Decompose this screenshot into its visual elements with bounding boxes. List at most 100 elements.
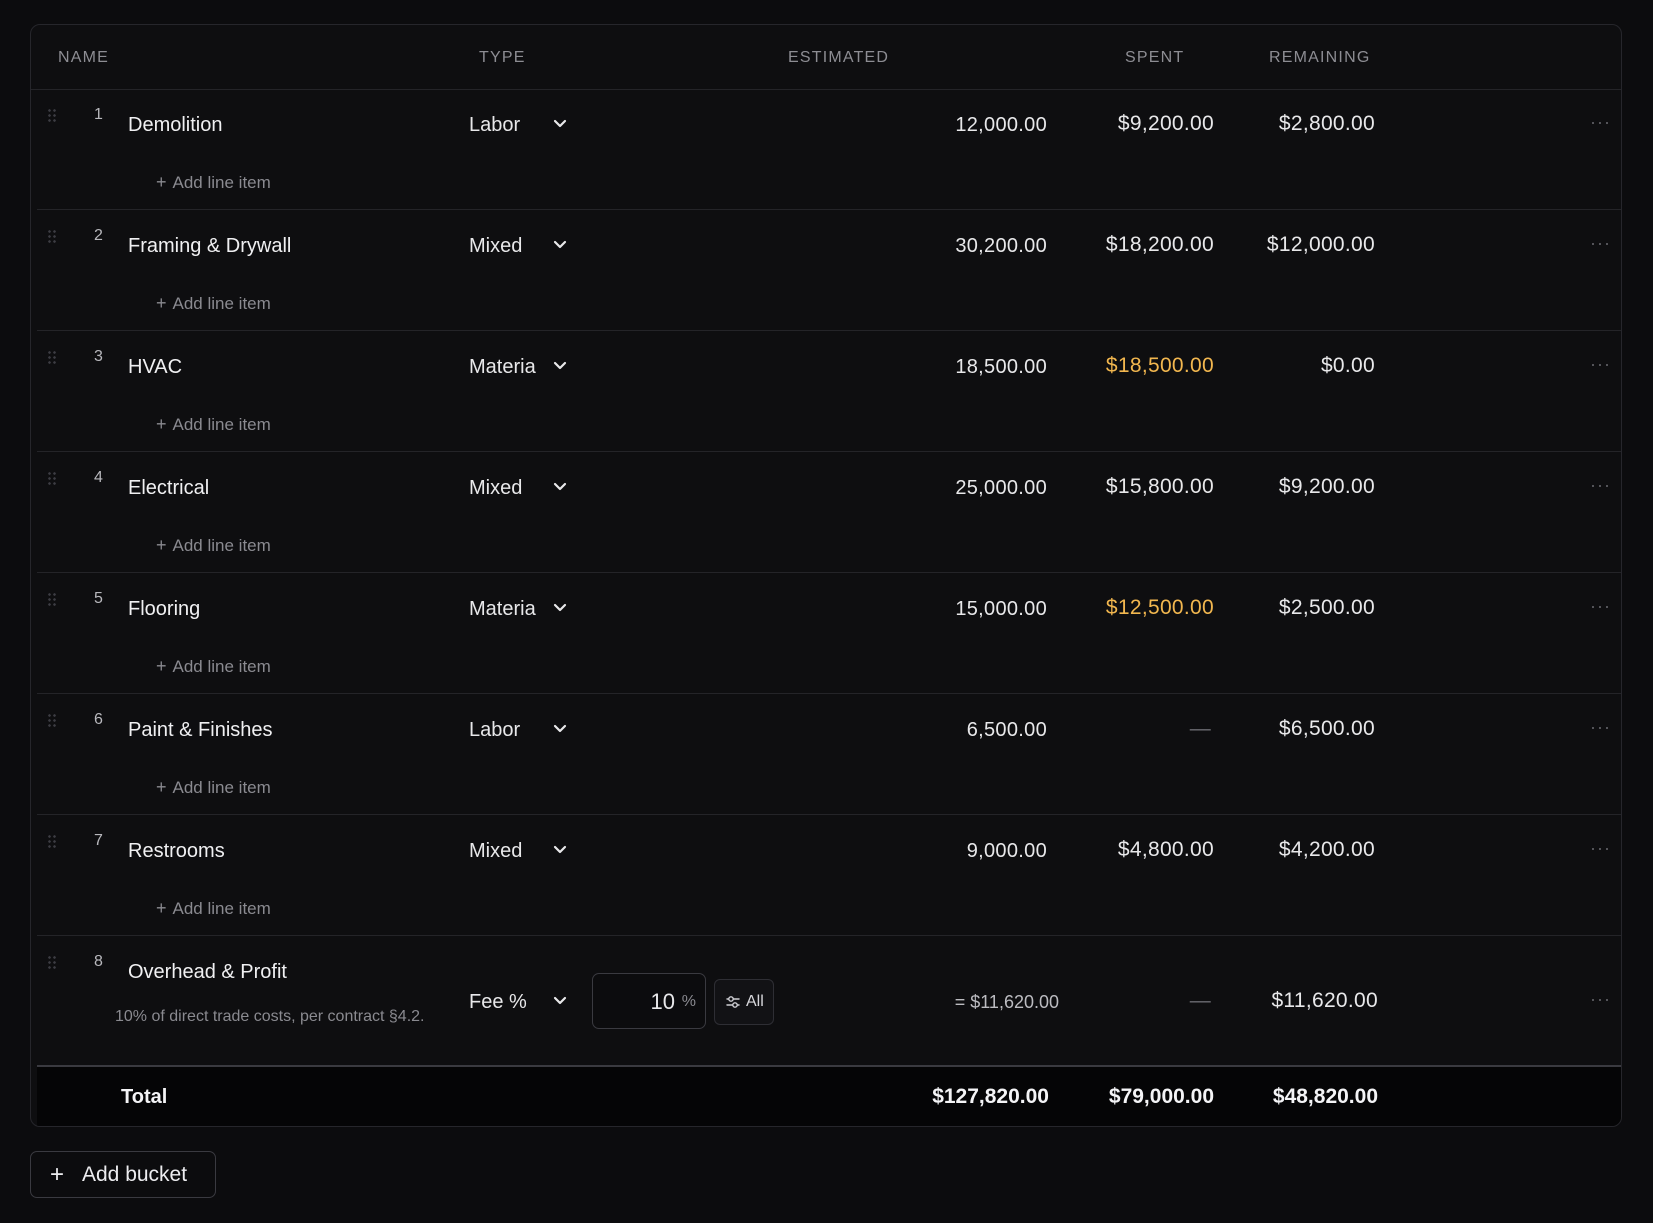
estimated-value[interactable]: 30,200.00 bbox=[955, 235, 1047, 258]
type-select-value: Labor bbox=[469, 114, 521, 136]
drag-handle-icon[interactable] bbox=[47, 471, 57, 485]
bucket-description: 10% of direct trade costs, per contract … bbox=[115, 1008, 425, 1025]
type-select[interactable]: Labor bbox=[462, 715, 572, 747]
add-line-item-button[interactable]: + Add line item bbox=[156, 414, 271, 435]
more-options-icon[interactable]: ··· bbox=[1590, 717, 1611, 738]
add-line-item-label: Add line item bbox=[172, 294, 271, 313]
type-select[interactable]: Mixed bbox=[462, 231, 572, 263]
estimated-value[interactable]: 15,000.00 bbox=[955, 598, 1047, 621]
bucket-number: 7 bbox=[94, 832, 103, 849]
total-estimated: $127,820.00 bbox=[932, 1085, 1049, 1108]
plus-icon: + bbox=[156, 656, 167, 676]
plus-icon: + bbox=[50, 1161, 65, 1188]
bucket-row: 1 Demolition Labor 12,000.00 $9,200.00 $… bbox=[37, 90, 1621, 210]
estimated-value[interactable]: 12,000.00 bbox=[955, 114, 1047, 137]
plus-icon: + bbox=[156, 414, 167, 434]
add-line-item-button[interactable]: + Add line item bbox=[156, 535, 271, 556]
more-options-icon[interactable]: ··· bbox=[1590, 354, 1611, 375]
chevron-down-icon bbox=[553, 235, 567, 255]
chevron-down-icon bbox=[553, 114, 567, 134]
chevron-down-icon bbox=[553, 598, 567, 618]
bucket-name[interactable]: Flooring bbox=[128, 598, 200, 621]
remaining-value: $4,200.00 bbox=[1278, 838, 1375, 861]
bucket-number: 3 bbox=[94, 348, 103, 365]
budget-table: NAME TYPE ESTIMATED SPENT REMAINING 1 De… bbox=[30, 24, 1622, 1127]
bucket-number: 4 bbox=[94, 469, 103, 486]
column-header-spent: SPENT bbox=[1125, 49, 1185, 66]
total-remaining: $48,820.00 bbox=[1272, 1085, 1378, 1108]
type-select[interactable]: Materia bbox=[462, 594, 572, 626]
more-options-icon[interactable]: ··· bbox=[1590, 838, 1611, 859]
more-options-icon[interactable]: ··· bbox=[1590, 233, 1611, 254]
type-select[interactable]: Mixed bbox=[462, 836, 572, 868]
type-select[interactable]: Fee % bbox=[462, 987, 572, 1019]
bucket-name[interactable]: Electrical bbox=[128, 477, 209, 500]
add-bucket-label: Add bucket bbox=[82, 1163, 188, 1186]
bucket-name[interactable]: Paint & Finishes bbox=[128, 719, 273, 742]
computed-fee-value: = $11,620.00 bbox=[954, 992, 1059, 1012]
column-header-name: NAME bbox=[58, 49, 110, 66]
drag-handle-icon[interactable] bbox=[47, 229, 57, 243]
type-select-value: Mixed bbox=[469, 235, 523, 257]
add-line-item-button[interactable]: + Add line item bbox=[156, 656, 271, 677]
bucket-name[interactable]: Overhead & Profit bbox=[128, 961, 287, 984]
spent-value-empty: — bbox=[1189, 717, 1211, 740]
spent-value-over-budget: $18,500.00 bbox=[1105, 354, 1214, 377]
bucket-name[interactable]: Restrooms bbox=[128, 840, 225, 863]
add-line-item-label: Add line item bbox=[172, 778, 271, 797]
estimated-value[interactable]: 9,000.00 bbox=[967, 840, 1047, 863]
more-options-icon[interactable]: ··· bbox=[1590, 475, 1611, 496]
spent-value: $18,200.00 bbox=[1105, 233, 1214, 256]
fee-percent-input[interactable]: 10 % bbox=[592, 973, 706, 1029]
fee-scope-button[interactable]: All bbox=[714, 979, 774, 1025]
sliders-icon bbox=[725, 994, 741, 1015]
bucket-name[interactable]: HVAC bbox=[128, 356, 182, 379]
type-select[interactable]: Mixed bbox=[462, 473, 572, 505]
spent-value: $9,200.00 bbox=[1117, 112, 1214, 135]
more-options-icon[interactable]: ··· bbox=[1590, 112, 1611, 133]
add-line-item-label: Add line item bbox=[172, 899, 271, 918]
spent-value-empty: — bbox=[1189, 989, 1211, 1012]
bucket-row: 3 HVAC Materia 18,500.00 $18,500.00 $0.0… bbox=[37, 332, 1621, 452]
remaining-value: $6,500.00 bbox=[1278, 717, 1375, 740]
estimated-value[interactable]: 6,500.00 bbox=[967, 719, 1047, 742]
remaining-value: $0.00 bbox=[1320, 354, 1375, 377]
drag-handle-icon[interactable] bbox=[47, 955, 57, 969]
more-options-icon[interactable]: ··· bbox=[1590, 989, 1611, 1010]
bucket-name[interactable]: Demolition bbox=[128, 114, 222, 137]
add-line-item-button[interactable]: + Add line item bbox=[156, 777, 271, 798]
spent-value: $15,800.00 bbox=[1105, 475, 1214, 498]
remaining-value: $2,800.00 bbox=[1278, 112, 1375, 135]
add-line-item-button[interactable]: + Add line item bbox=[156, 172, 271, 193]
remaining-value: $12,000.00 bbox=[1266, 233, 1375, 256]
add-line-item-label: Add line item bbox=[172, 173, 271, 192]
drag-handle-icon[interactable] bbox=[47, 713, 57, 727]
estimated-value[interactable]: 25,000.00 bbox=[955, 477, 1047, 500]
drag-handle-icon[interactable] bbox=[47, 350, 57, 364]
type-select-value: Mixed bbox=[469, 477, 523, 499]
add-line-item-label: Add line item bbox=[172, 536, 271, 555]
drag-handle-icon[interactable] bbox=[47, 592, 57, 606]
more-options-icon[interactable]: ··· bbox=[1590, 596, 1611, 617]
plus-icon: + bbox=[156, 172, 167, 192]
add-bucket-button[interactable]: + Add bucket bbox=[30, 1151, 216, 1198]
remaining-value: $9,200.00 bbox=[1278, 475, 1375, 498]
estimated-value[interactable]: 18,500.00 bbox=[955, 356, 1047, 379]
add-line-item-button[interactable]: + Add line item bbox=[156, 293, 271, 314]
bucket-number: 6 bbox=[94, 711, 103, 728]
fee-scope-label: All bbox=[746, 993, 764, 1010]
spent-value: $4,800.00 bbox=[1117, 838, 1214, 861]
bucket-name[interactable]: Framing & Drywall bbox=[128, 235, 291, 258]
fee-bucket-row: 8 Overhead & Profit 10% of direct trade … bbox=[37, 937, 1621, 1067]
add-line-item-button[interactable]: + Add line item bbox=[156, 898, 271, 919]
bucket-number: 5 bbox=[94, 590, 103, 607]
drag-handle-icon[interactable] bbox=[47, 108, 57, 122]
type-select[interactable]: Materia bbox=[462, 352, 572, 384]
drag-handle-icon[interactable] bbox=[47, 834, 57, 848]
chevron-down-icon bbox=[553, 840, 567, 860]
chevron-down-icon bbox=[553, 356, 567, 376]
type-select-value: Labor bbox=[469, 719, 521, 741]
total-spent: $79,000.00 bbox=[1108, 1085, 1214, 1108]
fee-percent-value: 10 bbox=[650, 989, 675, 1014]
type-select[interactable]: Labor bbox=[462, 110, 572, 142]
